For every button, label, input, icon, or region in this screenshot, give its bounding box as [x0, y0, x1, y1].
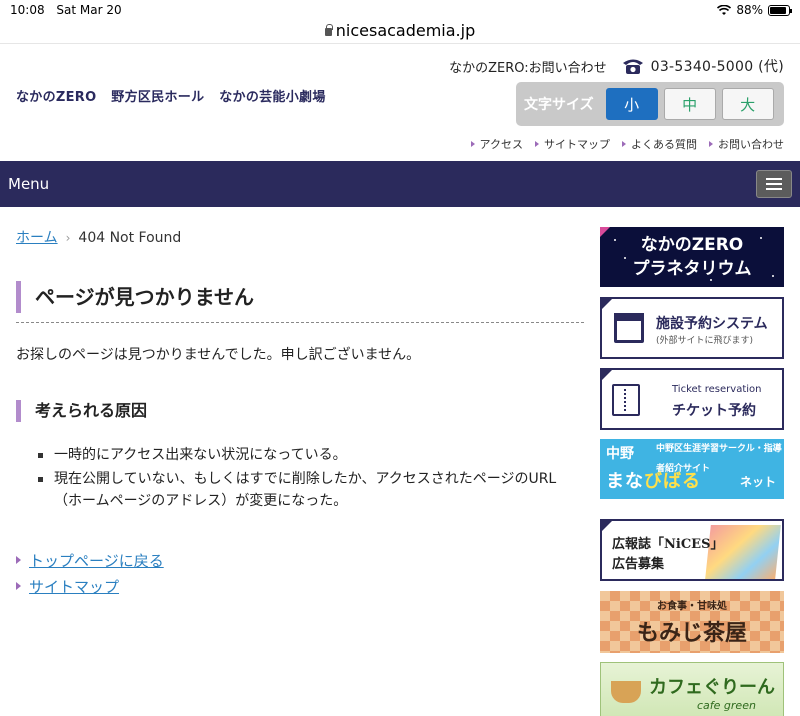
menu-label[interactable]: Menu [8, 175, 49, 193]
planetarium-line1: なかのZERO [640, 235, 744, 255]
ticket-en: Ticket reservation [672, 384, 762, 395]
util-link-label: お問い合わせ [718, 138, 784, 151]
battery-percent: 88% [736, 3, 763, 17]
ticket-reservation-banner[interactable]: Ticket reservation チケット予約 [600, 368, 784, 430]
reasons-list: 一時的にアクセス出来ない状況になっている。 現在公開していない、もしくはすでに削… [38, 444, 578, 514]
cafe-green-banner[interactable]: カフェぐりーん cafe green [600, 662, 784, 716]
reasons-heading: 考えられる原因 [16, 400, 147, 422]
site-name-geino: なかの芸能小劇場 [219, 90, 326, 105]
manabi-top: 中野区生涯学習サークル・指導者紹介サイト [656, 444, 782, 474]
cafe-title: カフェぐりーん [649, 677, 775, 698]
phone-icon [622, 59, 643, 74]
facility-reservation-banner[interactable]: 施設予約システム (外部サイトに飛びます) [600, 297, 784, 359]
arrow-icon [470, 141, 475, 147]
arrow-icon [709, 141, 713, 147]
nices-line2: 広告募集 [612, 557, 665, 572]
font-size-large-button[interactable]: 大 [721, 88, 774, 120]
sitemap-link[interactable]: サイトマップ [29, 576, 119, 597]
url-text: nicesacademia.jp [335, 21, 476, 40]
reservation-title: 施設予約システム [656, 316, 768, 332]
status-bar: 10:08 Sat Mar 20 88% [0, 0, 800, 20]
planetarium-line2: プラネタリウム [632, 259, 752, 279]
utility-links: アクセス サイトマップ よくある質問 お問い合わせ [470, 136, 784, 152]
bottom-links: トップページに戻る サイトマップ [16, 550, 164, 602]
site-name-nogata: 野方区民ホール [111, 90, 205, 105]
util-link-label: サイトマップ [544, 138, 610, 151]
reservation-sub: (外部サイトに飛びます) [656, 336, 754, 346]
phone-number[interactable]: 03-5340-5000 (代) [651, 56, 784, 76]
contact-info: なかのZERO:お問い合わせ 03-5340-5000 (代) [449, 56, 784, 76]
list-item: 現在公開していない、もしくはすでに削除したか、アクセスされたページのURL（ホー… [38, 468, 578, 512]
util-link-label: アクセス [479, 138, 523, 151]
hamburger-menu-icon[interactable] [756, 170, 792, 198]
arrow-icon [622, 141, 626, 147]
manabi-title-b: びばる [644, 471, 701, 492]
chevron-right-icon: › [65, 231, 71, 245]
font-size-small-button[interactable]: 小 [605, 88, 658, 120]
inquiry-label: なかのZERO:お問い合わせ [449, 60, 607, 76]
address-bar[interactable]: nicesacademia.jp [0, 18, 800, 44]
site-name-zero: なかのZERO [16, 90, 97, 105]
status-date: Sat Mar 20 [56, 3, 122, 17]
momiji-line2: もみじ茶屋 [636, 620, 747, 646]
util-link-sitemap[interactable]: サイトマップ [535, 136, 610, 152]
teacup-icon [611, 681, 641, 703]
nices-line1: 広報誌「NiCES」 [612, 537, 724, 552]
breadcrumb-home-link[interactable]: ホーム [16, 230, 58, 246]
arrow-icon [16, 582, 21, 590]
arrow-icon [16, 556, 21, 564]
momiji-line1: お食事・甘味処 [657, 601, 727, 612]
util-link-access[interactable]: アクセス [470, 136, 523, 152]
planetarium-banner[interactable]: なかのZERO プラネタリウム [600, 227, 784, 287]
util-link-faq[interactable]: よくある質問 [622, 136, 697, 152]
util-link-label: よくある質問 [631, 138, 697, 151]
nices-ad-banner[interactable]: 広報誌「NiCES」 広告募集 [600, 519, 784, 581]
top-page-link[interactable]: トップページに戻る [29, 550, 164, 571]
wifi-icon [717, 4, 732, 15]
font-size-label: 文字サイズ [524, 97, 594, 113]
main-content: ホーム › 404 Not Found ページが見つかりません お探しのページは見つ… [0, 207, 590, 716]
page-title: ページが見つかりません [16, 281, 584, 313]
status-time: 10:08 [10, 3, 45, 17]
ticket-ja: チケット予約 [672, 403, 756, 419]
arrow-icon [535, 141, 539, 147]
calendar-icon [614, 313, 644, 343]
ticket-icon [612, 384, 640, 416]
menu-bar: Menu [0, 161, 800, 207]
list-item: 一時的にアクセス出来ない状況になっている。 [38, 444, 578, 466]
site-header: なかのZERO 野方区民ホール なかの芸能小劇場 なかのZERO:お問い合わせ … [0, 44, 800, 161]
font-size-switcher: 文字サイズ 小 中 大 [516, 82, 784, 126]
intro-text: お探しのページは見つかりませんでした。申し訳ございません。 [16, 347, 421, 363]
manabi-title-a: まな [606, 471, 644, 492]
breadcrumb: ホーム › 404 Not Found [16, 227, 181, 247]
manabi-net-banner[interactable]: 中野 中野区生涯学習サークル・指導者紹介サイト まなびばる ネット [600, 439, 784, 499]
cafe-sub: cafe green [697, 699, 756, 712]
breadcrumb-current: 404 Not Found [78, 230, 182, 246]
lock-icon [324, 23, 333, 36]
site-title[interactable]: なかのZERO 野方区民ホール なかの芸能小劇場 [16, 86, 336, 105]
util-link-contact[interactable]: お問い合わせ [709, 136, 784, 152]
font-size-medium-button[interactable]: 中 [663, 88, 716, 120]
title-divider [16, 322, 584, 323]
battery-icon [768, 4, 792, 16]
momiji-chaya-banner[interactable]: お食事・甘味処 もみじ茶屋 [600, 591, 784, 653]
manabi-net: ネット [739, 475, 776, 489]
